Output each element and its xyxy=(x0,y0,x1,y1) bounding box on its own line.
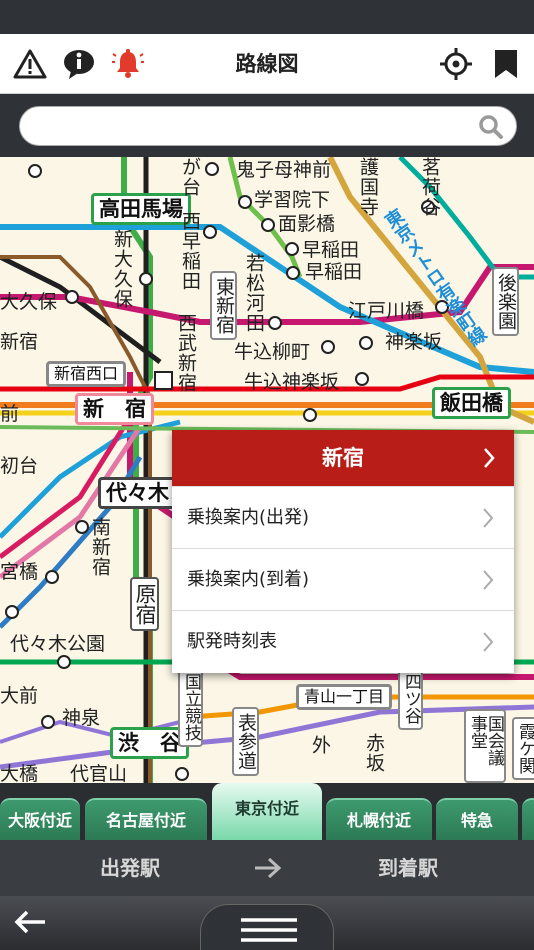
label-shinjuku-part: 新宿 xyxy=(0,331,39,353)
label-gokokuji: 護国寺 xyxy=(357,157,379,217)
tab-nagoya[interactable]: 名古屋付近 xyxy=(85,798,207,840)
back-arrow-icon[interactable] xyxy=(12,907,48,937)
tab-sapporo[interactable]: 札幌付近 xyxy=(326,798,432,840)
label-yotsuya: 四ツ谷 xyxy=(398,667,423,730)
label-osaki-part: 大前 xyxy=(0,685,39,707)
label-gakushuinshita: 学習院下 xyxy=(254,189,331,211)
label-hatsudai-part: 初台 xyxy=(0,455,39,477)
popup-item-transfer-departure[interactable]: 乗換案内(出発) xyxy=(172,486,514,548)
tab-express[interactable]: 特急 xyxy=(436,798,518,840)
label-kagurazaka: 神楽坂 xyxy=(385,331,443,353)
label-okubo: 大久保 xyxy=(0,291,58,313)
label-omotesando: 表参道 xyxy=(232,707,259,776)
label-nishiwaseda-top: が台 xyxy=(179,157,201,197)
departure-station-button[interactable]: 出発駅 xyxy=(60,840,200,896)
search-field[interactable] xyxy=(19,106,517,146)
arrow-right-icon xyxy=(255,857,282,879)
label-wakamatsu-kawada: 若松河田 xyxy=(243,253,265,333)
label-seibu-shinjuku: 西武新宿 xyxy=(175,313,197,393)
arrival-station-button[interactable]: 到着駅 xyxy=(338,840,478,896)
tab-osaka[interactable]: 大阪付近 xyxy=(0,798,80,840)
popup-item-transfer-arrival[interactable]: 乗換案内(到着) xyxy=(172,548,514,610)
tab-tokyo[interactable]: 東京付近 xyxy=(212,783,322,840)
label-kishibojinmae: 鬼子母神前 xyxy=(236,159,332,181)
station-takadanobaba[interactable]: 高田馬場 xyxy=(91,193,191,226)
label-nishiwaseda: 西早稲田 xyxy=(179,211,201,291)
station-shinjuku-nishiguchi[interactable]: 新宿西口 xyxy=(46,361,127,388)
search-input[interactable] xyxy=(34,107,474,145)
station-yoyogi[interactable]: 代々木 xyxy=(98,477,177,510)
label-korakuen: 後楽園 xyxy=(492,267,519,336)
app: 路線図 高田馬場 新 宿 飯田橋 渋 谷 代々木 新宿西口 青山一丁目 鬼子母神… xyxy=(0,0,534,950)
popup-title: 新宿 xyxy=(322,446,364,470)
warning-icon[interactable] xyxy=(10,44,50,84)
tab-more[interactable] xyxy=(522,798,534,840)
search-bar xyxy=(0,94,534,157)
bell-icon[interactable] xyxy=(108,44,148,84)
station-harajuku[interactable]: 原宿 xyxy=(130,577,159,631)
search-icon[interactable] xyxy=(478,114,504,140)
label-daikanyama-part: 代官山 xyxy=(70,763,128,784)
area-tabs: 大阪付近 名古屋付近 東京付近 札幌付近 特急 xyxy=(0,783,534,840)
station-aoyama-itchome[interactable]: 青山一丁目 xyxy=(296,684,393,711)
info-icon[interactable] xyxy=(59,44,99,84)
label-nakano-part: 前 xyxy=(0,403,20,425)
label-kokkai: 国会議事堂 xyxy=(464,709,506,783)
chevron-right-icon xyxy=(483,508,494,528)
label-sangubashi-part: 宮橋 xyxy=(0,561,39,583)
label-waseda: 早稲田 xyxy=(305,261,363,283)
label-waseda-arakawa: 早稲田 xyxy=(302,239,360,261)
page-title: 路線図 xyxy=(235,52,299,76)
label-edogawabashi: 江戸川橋 xyxy=(348,300,425,322)
chevron-right-icon xyxy=(484,448,495,468)
popup-item-label: 乗換案内(到着) xyxy=(187,569,310,590)
menu-button[interactable] xyxy=(200,904,334,950)
label-kasumigaseki: 霞ケ関 xyxy=(512,717,534,780)
label-yoyogikoen: 代々木公園 xyxy=(10,633,106,655)
label-kokuritsu: 国立競技 xyxy=(178,667,203,747)
bottom-bar xyxy=(0,896,534,950)
label-ushigome-kagurazaka: 牛込神楽坂 xyxy=(244,371,340,393)
popup-item-label: 駅発時刻表 xyxy=(187,631,277,652)
label-higashishinjuku: 東新宿 xyxy=(210,271,237,340)
status-bar xyxy=(0,0,534,34)
label-kamiyamacho: 神泉 xyxy=(62,707,101,729)
chevron-right-icon xyxy=(483,632,494,652)
label-ushigome-yanagicho: 牛込柳町 xyxy=(234,341,311,363)
station-iidabashi[interactable]: 飯田橋 xyxy=(432,387,511,420)
label-shin-okubo: 新大久保 xyxy=(111,229,133,309)
label-gaien: 外 xyxy=(309,735,331,755)
station-shinjuku[interactable]: 新 宿 xyxy=(75,393,154,426)
chevron-right-icon xyxy=(483,570,494,590)
popup-item-label: 乗換案内(出発) xyxy=(187,507,310,528)
popup-item-timetable[interactable]: 駅発時刻表 xyxy=(172,610,514,672)
label-akasaka: 赤坂 xyxy=(363,733,385,773)
station-popup: 新宿 乗換案内(出発) 乗換案内(到着) 駅発時刻表 xyxy=(172,430,514,673)
label-komaba-part: 大橋 xyxy=(0,763,39,784)
label-omokagebashi: 面影橋 xyxy=(278,213,336,235)
popup-header[interactable]: 新宿 xyxy=(172,430,514,486)
label-minamishinjuku: 南新宿 xyxy=(89,517,111,577)
header: 路線図 xyxy=(0,34,534,94)
locate-icon[interactable] xyxy=(436,44,476,84)
hamburger-menu-icon xyxy=(241,918,297,942)
route-bar: 出発駅 到着駅 xyxy=(0,840,534,896)
shinjuku-nishiguchi-marker xyxy=(154,371,173,390)
label-myogadani: 茗荷谷 xyxy=(419,157,441,217)
bookmark-icon[interactable] xyxy=(486,44,526,84)
